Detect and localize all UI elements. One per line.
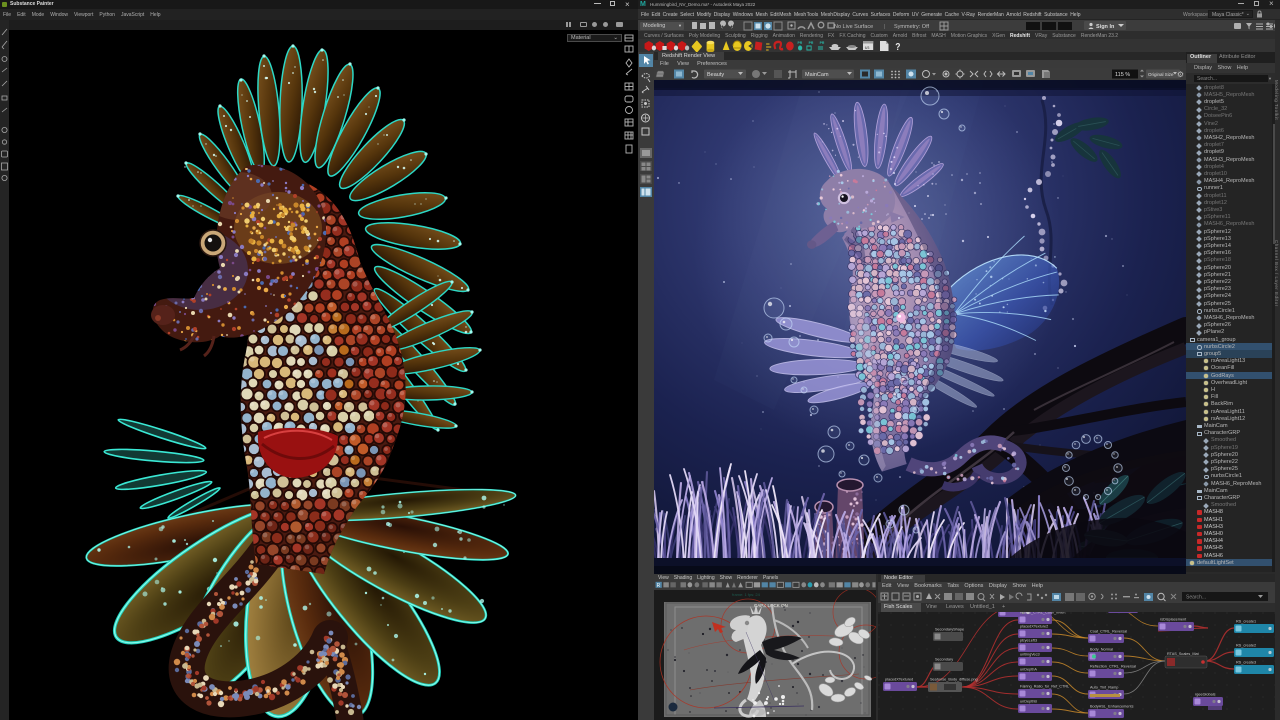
svg-text:Beauty: Beauty (707, 72, 724, 78)
svg-text:rgeeGlobals: rgeeGlobals (1195, 693, 1216, 697)
svg-text:Sign In: Sign In (1096, 24, 1115, 30)
svg-text:untiingVec3: untiingVec3 (1020, 653, 1040, 657)
svg-text:BodyHSL_Enhancements: BodyHSL_Enhancements (1090, 705, 1134, 709)
svg-text:MainCam: MainCam (805, 72, 829, 78)
svg-text:Auto_Tint_Ramp: Auto_Tint_Ramp (1090, 686, 1118, 690)
svg-text:unDepthB: unDepthB (1020, 700, 1037, 704)
svg-text:Body_Normal: Body_Normal (1090, 648, 1113, 652)
svg-text:RS_create1: RS_create1 (1236, 620, 1256, 624)
svg-text:|: | (884, 24, 885, 30)
svg-text:PR: PR (809, 41, 814, 45)
svg-text:Secondary: Secondary (935, 658, 953, 662)
svg-text:Original Size: Original Size (1148, 72, 1174, 77)
svg-text:PR: PR (820, 41, 825, 45)
svg-text:unDepthA: unDepthA (1020, 668, 1037, 672)
svg-text:Coat_CTRL_Reversal: Coat_CTRL_Reversal (1090, 630, 1127, 634)
svg-text:Reflection_CTRL_Reversal: Reflection_CTRL_Reversal (1090, 665, 1136, 669)
svg-text:CAPS LOCK ON: CAPS LOCK ON (754, 603, 788, 608)
svg-text:115 %: 115 % (1115, 72, 1130, 78)
svg-text:R: R (657, 583, 661, 589)
svg-text:PR: PR (798, 41, 803, 45)
svg-text:6/3: 6/3 (865, 46, 870, 50)
svg-text:SecondaryShape: SecondaryShape (935, 628, 964, 632)
svg-text:Symmetry: Off: Symmetry: Off (894, 24, 930, 30)
svg-text:pEyeLeft3: pEyeLeft3 (1020, 639, 1037, 643)
svg-text:Seahorse_Body_diffuse.png: Seahorse_Body_diffuse.png (930, 678, 978, 682)
svg-text:rsDisplacement: rsDisplacement (1160, 618, 1187, 622)
svg-text:RTAS_Scales_Mat: RTAS_Scales_Mat (1167, 652, 1200, 656)
svg-text:placedXTextured: placedXTextured (885, 678, 913, 682)
svg-text:No Live Surface: No Live Surface (834, 24, 873, 30)
svg-text:Search...: Search... (1186, 595, 1206, 601)
svg-text:placedXTexture2: placedXTexture2 (1020, 625, 1048, 629)
svg-text:Fairing_Ratio_for_Ref_CTRL: Fairing_Ratio_for_Ref_CTRL (1020, 685, 1069, 689)
svg-text:RS_create3: RS_create3 (1236, 661, 1256, 665)
svg-text:RS_create2: RS_create2 (1236, 644, 1256, 648)
svg-text:Frame_CTRL_Color_invert: Frame_CTRL_Color_invert (1020, 612, 1067, 615)
svg-text:?: ? (895, 41, 900, 52)
